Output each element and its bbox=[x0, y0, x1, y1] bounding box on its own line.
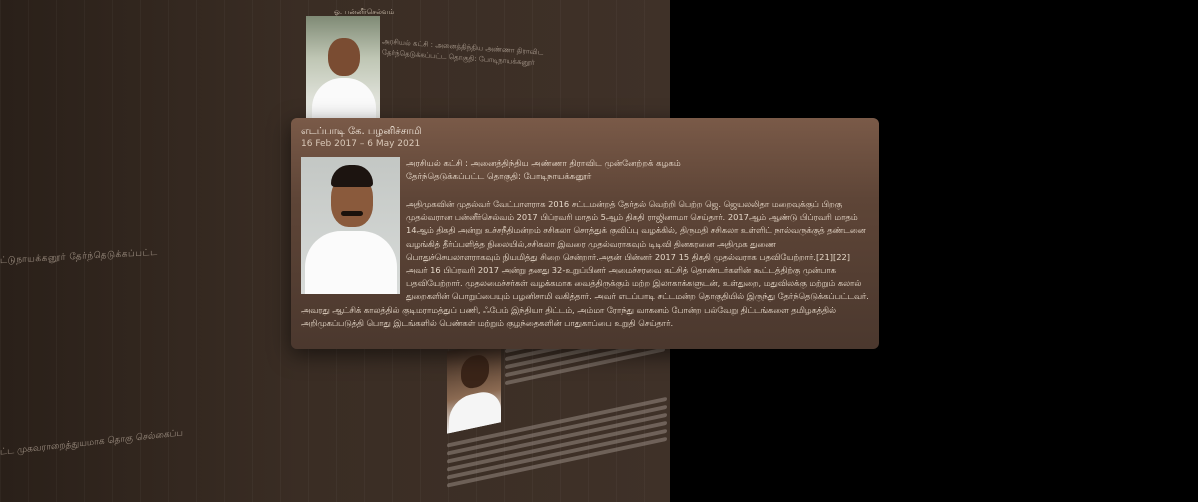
portrait-head bbox=[328, 38, 360, 76]
description-block: அதிமுகவின் முதல்வர் வேட்பாளராக 2016 சட்ட… bbox=[301, 198, 871, 330]
constituency-label: தேர்ந்தெடுக்கப்பட்ட தொகுதி: போடிநாயக்கனூ… bbox=[406, 172, 592, 182]
card-summary: அரசியல் கட்சி : அனைத்திந்திய அண்ணா திராவ… bbox=[382, 36, 543, 69]
term-dates: 16 Feb 2017 – 6 May 2021 bbox=[301, 139, 421, 149]
portrait-head bbox=[461, 352, 489, 391]
portrait-photo bbox=[447, 340, 501, 434]
person-name: எடப்பாடி கே. பழனிச்சாமி bbox=[301, 126, 422, 137]
timeline-scene: ட்டுநாயக்கனூர் தேர்ந்தெடுக்கப்பட்ட ட்ட ம… bbox=[0, 0, 1198, 502]
float-spacer bbox=[301, 198, 406, 297]
person-meta: அரசியல் கட்சி : அனைத்திந்திய அண்ணா திராவ… bbox=[406, 158, 681, 184]
portrait-photo bbox=[306, 16, 380, 122]
portrait-hair bbox=[331, 165, 373, 187]
party-label: அரசியல் கட்சி : அனைத்திந்திய அண்ணா திராவ… bbox=[406, 159, 681, 169]
portrait-body bbox=[312, 78, 376, 122]
detail-popup-card[interactable]: எடப்பாடி கே. பழனிச்சாமி 16 Feb 2017 – 6 … bbox=[291, 118, 879, 349]
portrait-body bbox=[449, 388, 501, 434]
timeline-card-previous[interactable]: ஓ. பன்னீர்செல்வம் அரசியல் கட்சி : அனைத்த… bbox=[306, 8, 666, 122]
